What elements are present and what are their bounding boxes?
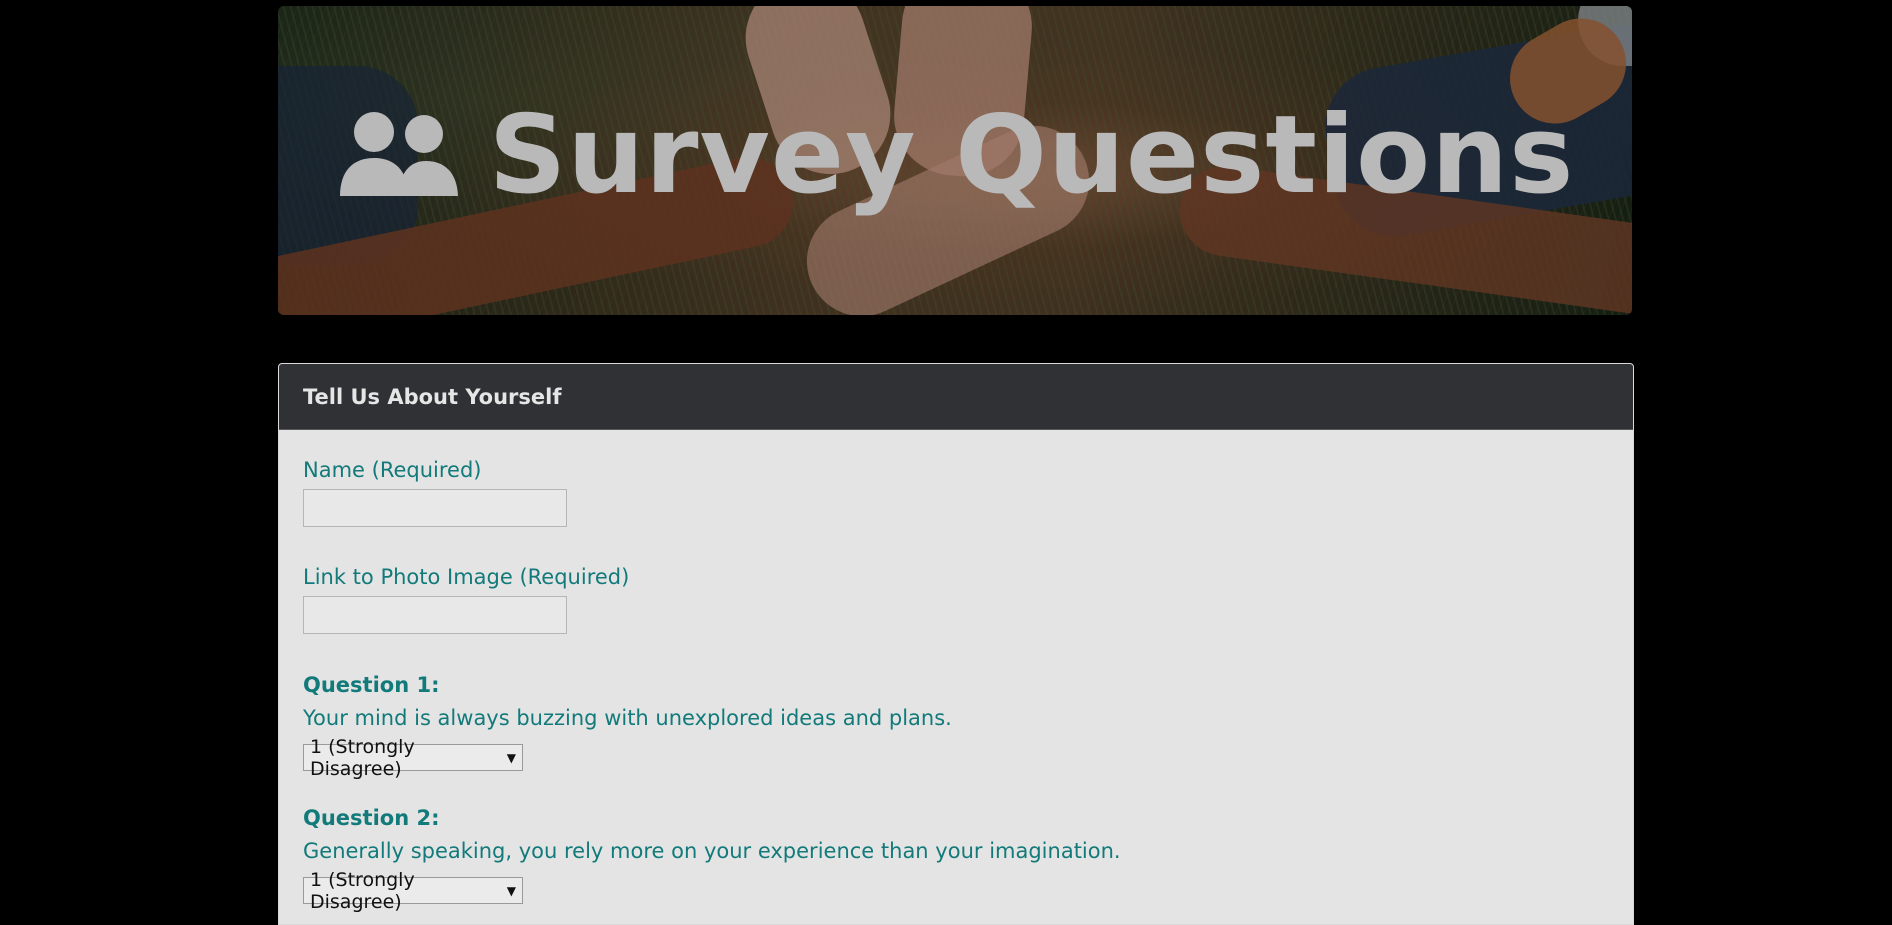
photo-link-label: Link to Photo Image (Required) [303, 565, 630, 590]
chevron-down-icon: ▼ [506, 750, 516, 765]
question-1-text: Your mind is always buzzing with unexplo… [303, 705, 952, 730]
question-2-select[interactable]: 1 (Strongly Disagree) ▼ [303, 869, 523, 913]
photo-link-input[interactable] [303, 596, 567, 635]
hero-banner: Survey Questions [278, 6, 1632, 315]
question-1-title: Question 1: [303, 673, 440, 698]
name-input[interactable] [303, 489, 567, 528]
question-2-selected-value: 1 (Strongly Disagree) [310, 868, 415, 913]
panel-body: Name (Required) Link to Photo Image (Req… [279, 430, 1633, 924]
users-icon [339, 112, 458, 196]
panel-header: Tell Us About Yourself [279, 364, 1633, 430]
name-label: Name (Required) [303, 458, 482, 482]
survey-form-panel: Tell Us About Yourself Name (Required) L… [278, 363, 1634, 925]
hero-title: Survey Questions [488, 93, 1575, 218]
question-1-selected-value: 1 (Strongly Disagree) [310, 735, 415, 780]
chevron-down-icon: ▼ [506, 883, 516, 898]
hero-title-row: Survey Questions [278, 102, 1632, 210]
question-1-select[interactable]: 1 (Strongly Disagree) ▼ [303, 736, 523, 780]
question-2-text: Generally speaking, you rely more on you… [303, 838, 1121, 863]
question-2-title: Question 2: [303, 806, 440, 831]
